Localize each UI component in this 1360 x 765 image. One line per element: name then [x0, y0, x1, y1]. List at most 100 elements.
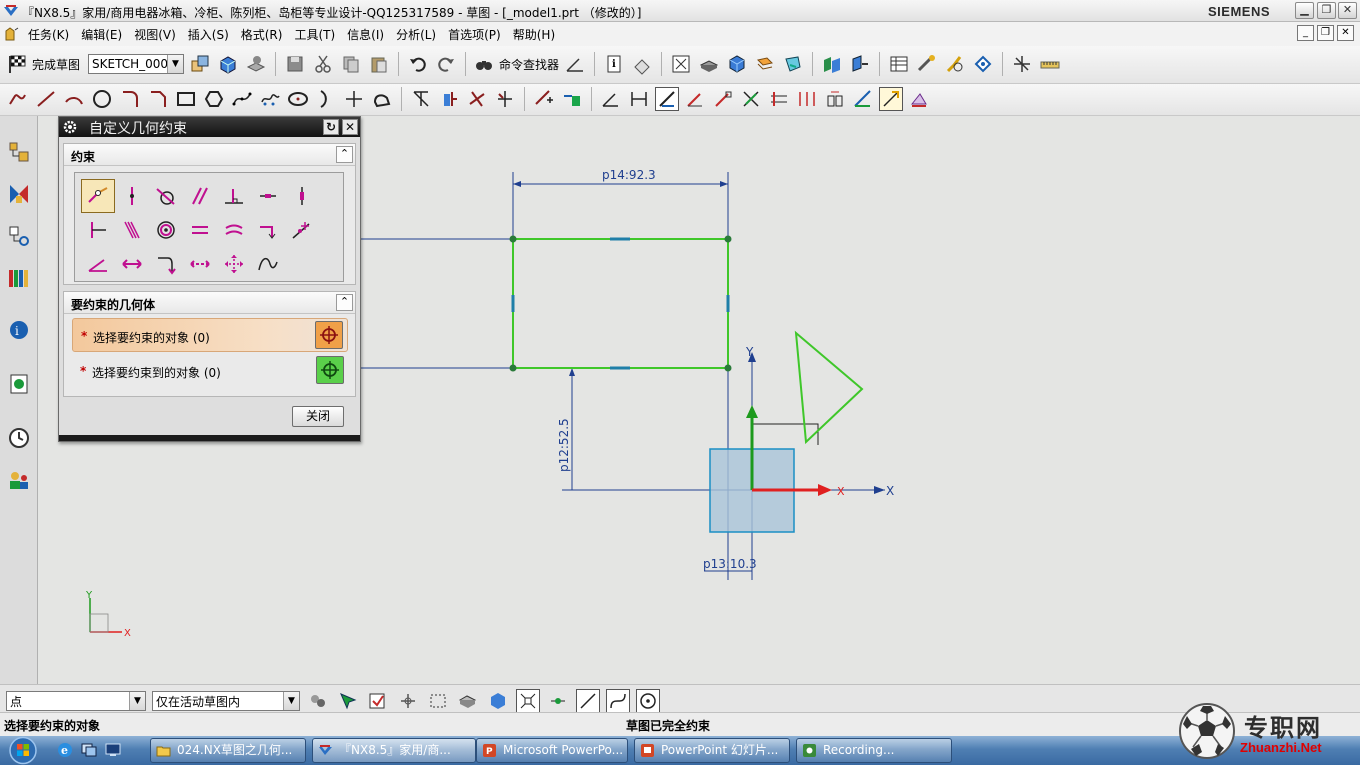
check-geometry-icon[interactable] [943, 52, 967, 76]
reuse-library-tab[interactable] [5, 260, 33, 296]
pick-intent-icon[interactable] [396, 689, 420, 713]
menu-preferences[interactable]: 首选项(P) [442, 26, 507, 43]
sketch-orient-icon[interactable] [188, 52, 212, 76]
conic-icon[interactable] [314, 87, 338, 111]
constraint-fixed-length[interactable] [115, 247, 149, 281]
web-browser-tab[interactable]: i [5, 312, 33, 348]
constraint-coincident[interactable] [81, 179, 115, 213]
circle-icon[interactable] [90, 87, 114, 111]
constraint-tangent[interactable] [149, 179, 183, 213]
select-objects-button[interactable] [315, 321, 343, 349]
layer-icon[interactable] [753, 52, 777, 76]
menu-task[interactable]: 任务(K) [22, 26, 75, 43]
assembly-navigator-tab[interactable] [5, 176, 33, 212]
reorient-sketch-icon[interactable] [216, 52, 240, 76]
snap-line-icon[interactable] [576, 689, 600, 713]
offset-curve-icon[interactable] [370, 87, 394, 111]
menu-view[interactable]: 视图(V) [128, 26, 182, 43]
redo-icon[interactable] [434, 52, 458, 76]
constraint-navigator-tab[interactable] [5, 218, 33, 254]
general-selection-icon[interactable] [336, 689, 360, 713]
continuous-auto-dim-icon[interactable] [907, 87, 931, 111]
collapse-up-icon[interactable]: ⌃ [336, 294, 353, 311]
dialog-close-icon[interactable]: ✕ [342, 119, 358, 135]
rectangle-icon[interactable] [174, 87, 198, 111]
finish-sketch-button[interactable]: 完成草图 [6, 53, 80, 75]
doc-minimize-button[interactable]: _ [1297, 25, 1314, 41]
fit-spline-icon[interactable] [258, 87, 282, 111]
snap-point-icon[interactable] [971, 52, 995, 76]
render-style-icon[interactable] [697, 52, 721, 76]
studio-spline-icon[interactable] [230, 87, 254, 111]
constraint-point-on-curve[interactable] [115, 179, 149, 213]
quick-trim-icon[interactable] [409, 87, 433, 111]
taskbar-item-folder[interactable]: 024.NX草图之几何... [150, 738, 306, 763]
trim-icon[interactable] [493, 87, 517, 111]
taskbar-item-nx[interactable]: 『NX8.5』家用/商... [312, 738, 476, 763]
constraint-constant-length[interactable] [251, 213, 285, 247]
save-icon[interactable] [283, 52, 307, 76]
animate-dimension-icon[interactable] [767, 87, 791, 111]
taskbar-item-powerpoint[interactable]: P Microsoft PowerPo... [476, 738, 628, 763]
constraint-display-icon[interactable] [560, 87, 584, 111]
body-filter-icon[interactable] [456, 689, 480, 713]
auto-constrain-icon[interactable] [532, 87, 556, 111]
menu-edit[interactable]: 编辑(E) [75, 26, 128, 43]
close-button[interactable]: 关闭 [292, 406, 344, 427]
constraint-horizontal[interactable] [251, 179, 285, 213]
command-finder-button[interactable]: 命令查找器 [473, 53, 559, 75]
constraint-concentric[interactable] [149, 213, 183, 247]
alternate-solution-icon[interactable] [823, 87, 847, 111]
show-desktop-icon[interactable] [104, 741, 122, 759]
history-palette-tab[interactable] [5, 366, 33, 402]
paste-icon[interactable] [367, 52, 391, 76]
part-navigator-tab[interactable] [5, 134, 33, 170]
wcs-icon[interactable] [781, 52, 805, 76]
constraint-constant-angle[interactable] [81, 247, 115, 281]
line-icon[interactable] [34, 87, 58, 111]
constraint-collinear[interactable] [115, 213, 149, 247]
menu-help[interactable]: 帮助(H) [507, 26, 561, 43]
constraints-group-header[interactable]: 约束 ⌃ [64, 144, 355, 166]
point-icon[interactable] [342, 87, 366, 111]
copy-icon[interactable] [339, 52, 363, 76]
taskbar-item-recording[interactable]: Recording... [796, 738, 952, 763]
clock-tab[interactable] [5, 420, 33, 456]
reset-button[interactable]: ↻ [323, 119, 339, 135]
table-icon[interactable] [887, 52, 911, 76]
constraint-perpendicular[interactable] [217, 179, 251, 213]
measure-icon[interactable] [915, 52, 939, 76]
type-filter-select[interactable]: 点 ▼ [6, 691, 146, 711]
constraint-parallel[interactable] [183, 179, 217, 213]
inferred-dimension-icon[interactable] [599, 87, 623, 111]
constraint-point-on-string[interactable] [285, 213, 319, 247]
taskbar-item-slideshow[interactable]: PowerPoint 幻灯片... [634, 738, 790, 763]
infer-constraints-icon[interactable] [851, 87, 875, 111]
filter-reset-icon[interactable] [306, 689, 330, 713]
show-no-constraints-icon[interactable] [711, 87, 735, 111]
convert-reference-icon[interactable] [795, 87, 819, 111]
close-window-button[interactable]: ✕ [1338, 2, 1357, 19]
undo-icon[interactable] [406, 52, 430, 76]
gear-icon[interactable] [62, 119, 78, 135]
assemblies-icon[interactable] [820, 52, 844, 76]
windows-start-icon[interactable] [8, 736, 38, 765]
menu-info[interactable]: 信息(I) [341, 26, 390, 43]
selection-scope-select[interactable]: 仅在活动草图内 ▼ [152, 691, 300, 711]
collapse-up-icon[interactable]: ⌃ [336, 146, 353, 163]
constraint-midpoint[interactable] [81, 213, 115, 247]
cut-icon[interactable] [311, 52, 335, 76]
fit-view-icon[interactable] [669, 52, 693, 76]
arc-icon[interactable] [62, 87, 86, 111]
minimize-button[interactable]: ▁ [1295, 2, 1314, 19]
show-remove-constraints-icon[interactable] [739, 87, 763, 111]
polygon-icon[interactable] [202, 87, 226, 111]
doc-restore-button[interactable]: ❐ [1317, 25, 1334, 41]
shaded-view-icon[interactable] [725, 52, 749, 76]
select-target-button[interactable] [316, 356, 344, 384]
maximize-button[interactable]: ❐ [1317, 2, 1336, 19]
snap-endpoint-icon[interactable] [516, 689, 540, 713]
chamfer-icon[interactable] [146, 87, 170, 111]
dialog-title-bar[interactable]: 自定义几何约束 ↻ ✕ [59, 117, 360, 137]
menu-tools[interactable]: 工具(T) [288, 26, 341, 43]
